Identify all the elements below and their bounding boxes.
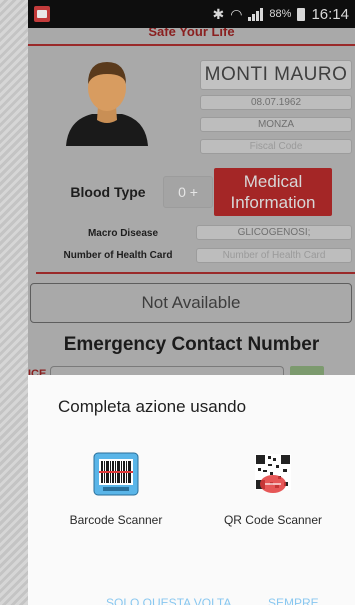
phone-screen: ✱ ◠ 88% 16:14 Safe Your Life MONTI MAURO…	[28, 0, 355, 605]
status-icons: ✱ ◠ 88% 16:14	[212, 5, 349, 23]
barcode-scanner-icon	[93, 452, 139, 496]
clock: 16:14	[311, 5, 349, 23]
app-notification-icon	[34, 6, 50, 22]
barcode-scanner-label: Barcode Scanner	[69, 513, 163, 527]
section-divider	[36, 272, 355, 274]
qr-code-scanner-icon	[250, 452, 296, 496]
left-margin-pattern	[0, 0, 28, 605]
emergency-contact-title: Emergency Contact Number	[63, 334, 320, 355]
fiscal-code-field[interactable]: Fiscal Code	[200, 139, 352, 154]
user-avatar-icon	[62, 54, 152, 146]
patient-name: MONTI MAURO	[200, 60, 352, 90]
bluetooth-icon: ✱	[212, 5, 225, 22]
health-card-field[interactable]: Number of Health Card	[196, 248, 352, 263]
qr-code-scanner-label: QR Code Scanner	[223, 513, 323, 527]
app-chooser-sheet: Completa azione usando Barcode Scanner Q…	[28, 375, 355, 605]
chooser-option-barcode-scanner[interactable]: Barcode Scanner	[46, 450, 186, 540]
battery-percent: 88%	[269, 8, 292, 20]
birth-date: 08.07.1962	[200, 95, 352, 110]
macro-disease-value: GLICOGENOSI;	[196, 225, 352, 240]
blood-type-label: Blood Type	[70, 184, 146, 200]
birth-city: MONZA	[200, 117, 352, 132]
battery-icon	[297, 7, 306, 21]
signal-icon	[248, 7, 264, 21]
always-button[interactable]: SEMPRE	[268, 596, 319, 605]
macro-disease-label: Macro Disease	[87, 228, 159, 239]
health-card-label: Number of Health Card	[63, 250, 173, 261]
chooser-title: Completa azione usando	[58, 397, 247, 416]
medical-information-button[interactable]: Medical Information	[214, 168, 332, 216]
header-divider	[28, 44, 355, 46]
wifi-icon: ◠	[230, 5, 243, 22]
availability-status: Not Available	[30, 283, 352, 323]
just-once-button[interactable]: SOLO QUESTA VOLTA	[106, 596, 231, 605]
blood-type-value: 0 +	[163, 176, 213, 208]
chooser-option-qr-code-scanner[interactable]: QR Code Scanner	[203, 450, 343, 540]
status-bar: ✱ ◠ 88% 16:14	[28, 0, 355, 28]
